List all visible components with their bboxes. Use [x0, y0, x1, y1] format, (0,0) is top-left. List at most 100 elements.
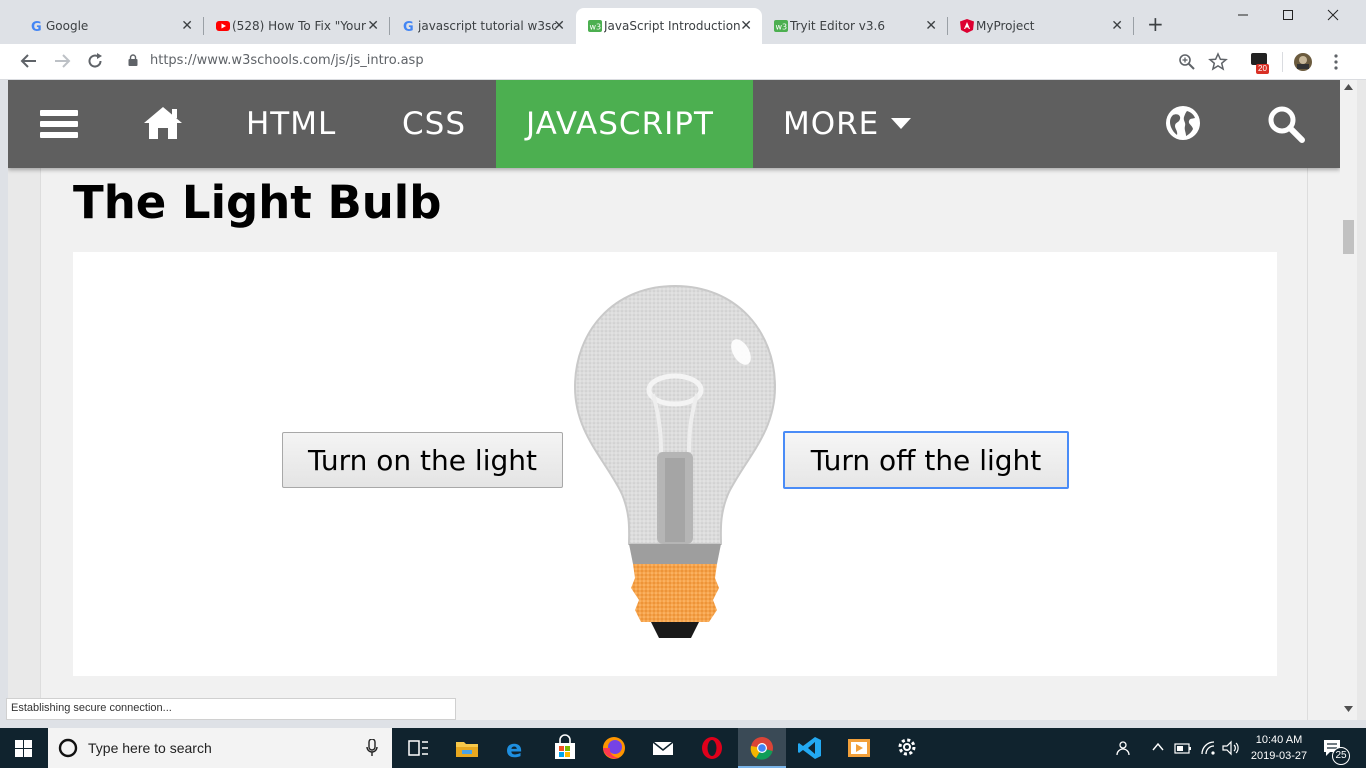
page-viewport: The Light Bulb Turn on the light Turn of… — [8, 80, 1340, 720]
svg-text:w3: w3 — [590, 23, 602, 32]
media-player-icon[interactable] — [845, 734, 873, 762]
window-edge — [1357, 80, 1366, 720]
tab-strip: G Google ✕ (528) How To Fix "Your ✕ G ja… — [0, 0, 1366, 44]
google-icon: G — [31, 20, 42, 33]
turn-on-button[interactable]: Turn on the light — [282, 432, 563, 488]
menu-kebab-icon[interactable] — [1326, 52, 1346, 72]
extension-badge: 20 — [1256, 64, 1269, 74]
tab-myproject[interactable]: MyProject ✕ — [948, 8, 1133, 44]
tab-google[interactable]: G Google ✕ — [18, 8, 203, 44]
svg-text:w3: w3 — [776, 23, 788, 32]
reload-icon[interactable] — [86, 52, 104, 70]
store-icon[interactable] — [551, 734, 579, 762]
tab-title: Tryit Editor v3.6 — [790, 19, 885, 33]
task-view-icon[interactable] — [404, 734, 432, 762]
svg-text:G: G — [403, 20, 414, 33]
extension-icon[interactable]: 20 — [1250, 52, 1274, 76]
hamburger-menu-icon[interactable] — [40, 80, 78, 168]
close-icon[interactable]: ✕ — [553, 18, 565, 34]
taskbar-search-placeholder: Type here to search — [88, 740, 212, 756]
w3schools-icon: w3 — [774, 20, 788, 32]
vertical-scrollbar[interactable] — [1340, 80, 1357, 720]
nav-html[interactable]: HTML — [246, 80, 336, 168]
firefox-icon[interactable] — [600, 734, 628, 762]
tab-title: (528) How To Fix "Your — [232, 19, 366, 33]
close-icon[interactable]: ✕ — [925, 18, 937, 34]
bookmark-star-icon[interactable] — [1208, 52, 1228, 72]
nav-more[interactable]: MORE — [783, 80, 912, 168]
battery-icon[interactable] — [1174, 741, 1192, 755]
chrome-taskbar-active[interactable] — [738, 728, 786, 768]
tab-youtube[interactable]: (528) How To Fix "Your ✕ — [204, 8, 389, 44]
windows-taskbar: Type here to search e 10:40 AM 2019-03-2… — [0, 728, 1366, 768]
nav-more-label: MORE — [783, 106, 880, 142]
maximize-icon[interactable] — [1282, 9, 1294, 21]
windows-start-icon[interactable] — [15, 740, 32, 757]
settings-gear-icon[interactable] — [894, 734, 922, 762]
w3-topnav: HTML CSS JAVASCRIPT MORE — [8, 80, 1340, 168]
home-icon[interactable] — [142, 105, 184, 141]
close-icon[interactable]: ✕ — [1111, 18, 1123, 34]
lightbulb-demo: Turn on the light Turn off the light — [73, 252, 1277, 676]
new-tab-button[interactable]: + — [1147, 14, 1164, 34]
nav-javascript[interactable]: JAVASCRIPT — [496, 80, 753, 168]
action-center[interactable]: 25 — [1322, 737, 1352, 765]
tab-javascript-introduction[interactable]: w3 JavaScript Introduction ✕ — [576, 8, 762, 44]
taskbar-clock[interactable]: 10:40 AM 2019-03-27 — [1244, 732, 1314, 764]
search-icon[interactable] — [1267, 105, 1305, 143]
scroll-down-icon[interactable] — [1344, 706, 1353, 712]
turn-off-button[interactable]: Turn off the light — [783, 431, 1069, 489]
minimize-icon[interactable] — [1237, 9, 1249, 21]
lightbulb-image — [573, 284, 777, 638]
close-icon[interactable]: ✕ — [740, 18, 752, 34]
lock-icon[interactable] — [128, 54, 138, 66]
tab-title: MyProject — [976, 19, 1035, 33]
volume-icon[interactable] — [1222, 740, 1240, 756]
edge-icon[interactable]: e — [502, 734, 530, 762]
tab-tryit-editor[interactable]: w3 Tryit Editor v3.6 ✕ — [762, 8, 947, 44]
microphone-icon[interactable] — [366, 739, 378, 757]
google-icon: G — [403, 20, 414, 33]
caret-down-icon — [891, 118, 912, 129]
close-icon[interactable]: ✕ — [181, 18, 193, 34]
address-bar[interactable]: https://www.w3schools.com/js/js_intro.as… — [150, 53, 424, 68]
clock-date: 2019-03-27 — [1250, 750, 1308, 762]
tab-title: javascript tutorial w3sc — [418, 19, 556, 33]
clock-time: 10:40 AM — [1255, 734, 1303, 746]
scroll-up-icon[interactable] — [1344, 84, 1353, 90]
w3schools-icon: w3 — [588, 20, 602, 32]
left-gutter — [8, 168, 40, 720]
url-path: /js/js_intro.asp — [330, 53, 424, 68]
wifi-icon[interactable] — [1200, 740, 1216, 756]
taskbar-search[interactable]: Type here to search — [48, 728, 392, 768]
page-title: The Light Bulb — [73, 176, 442, 229]
content-area: The Light Bulb Turn on the light Turn of… — [40, 168, 1308, 720]
back-icon[interactable] — [20, 52, 38, 70]
cortana-icon — [58, 738, 78, 758]
tab-title: JavaScript Introduction — [604, 19, 741, 33]
nav-css[interactable]: CSS — [402, 80, 466, 168]
status-bubble: Establishing secure connection... — [6, 698, 456, 720]
tab-javascript-tutorial[interactable]: G javascript tutorial w3sc ✕ — [390, 8, 575, 44]
window-close-icon[interactable] — [1327, 9, 1339, 21]
avatar[interactable] — [1293, 52, 1313, 72]
mail-icon[interactable] — [649, 734, 677, 762]
forward-icon[interactable] — [53, 52, 71, 70]
chrome-icon — [750, 737, 773, 760]
people-icon[interactable] — [1115, 740, 1131, 756]
vscode-icon[interactable] — [796, 734, 824, 762]
chevron-up-icon[interactable] — [1152, 742, 1164, 752]
close-icon[interactable]: ✕ — [367, 18, 379, 34]
globe-icon[interactable] — [1165, 105, 1201, 141]
zoom-icon[interactable] — [1177, 52, 1197, 72]
notification-count: 25 — [1332, 747, 1350, 765]
opera-icon[interactable] — [698, 734, 726, 762]
scrollbar-thumb[interactable] — [1343, 220, 1354, 254]
svg-text:G: G — [31, 20, 42, 33]
svg-text:e: e — [506, 735, 522, 762]
browser-toolbar: https://www.w3schools.com/js/js_intro.as… — [0, 44, 1366, 80]
file-explorer-icon[interactable] — [453, 734, 481, 762]
youtube-icon — [216, 21, 230, 31]
url-host: https://www.w3schools.com — [150, 53, 331, 68]
tab-title: Google — [46, 19, 89, 33]
